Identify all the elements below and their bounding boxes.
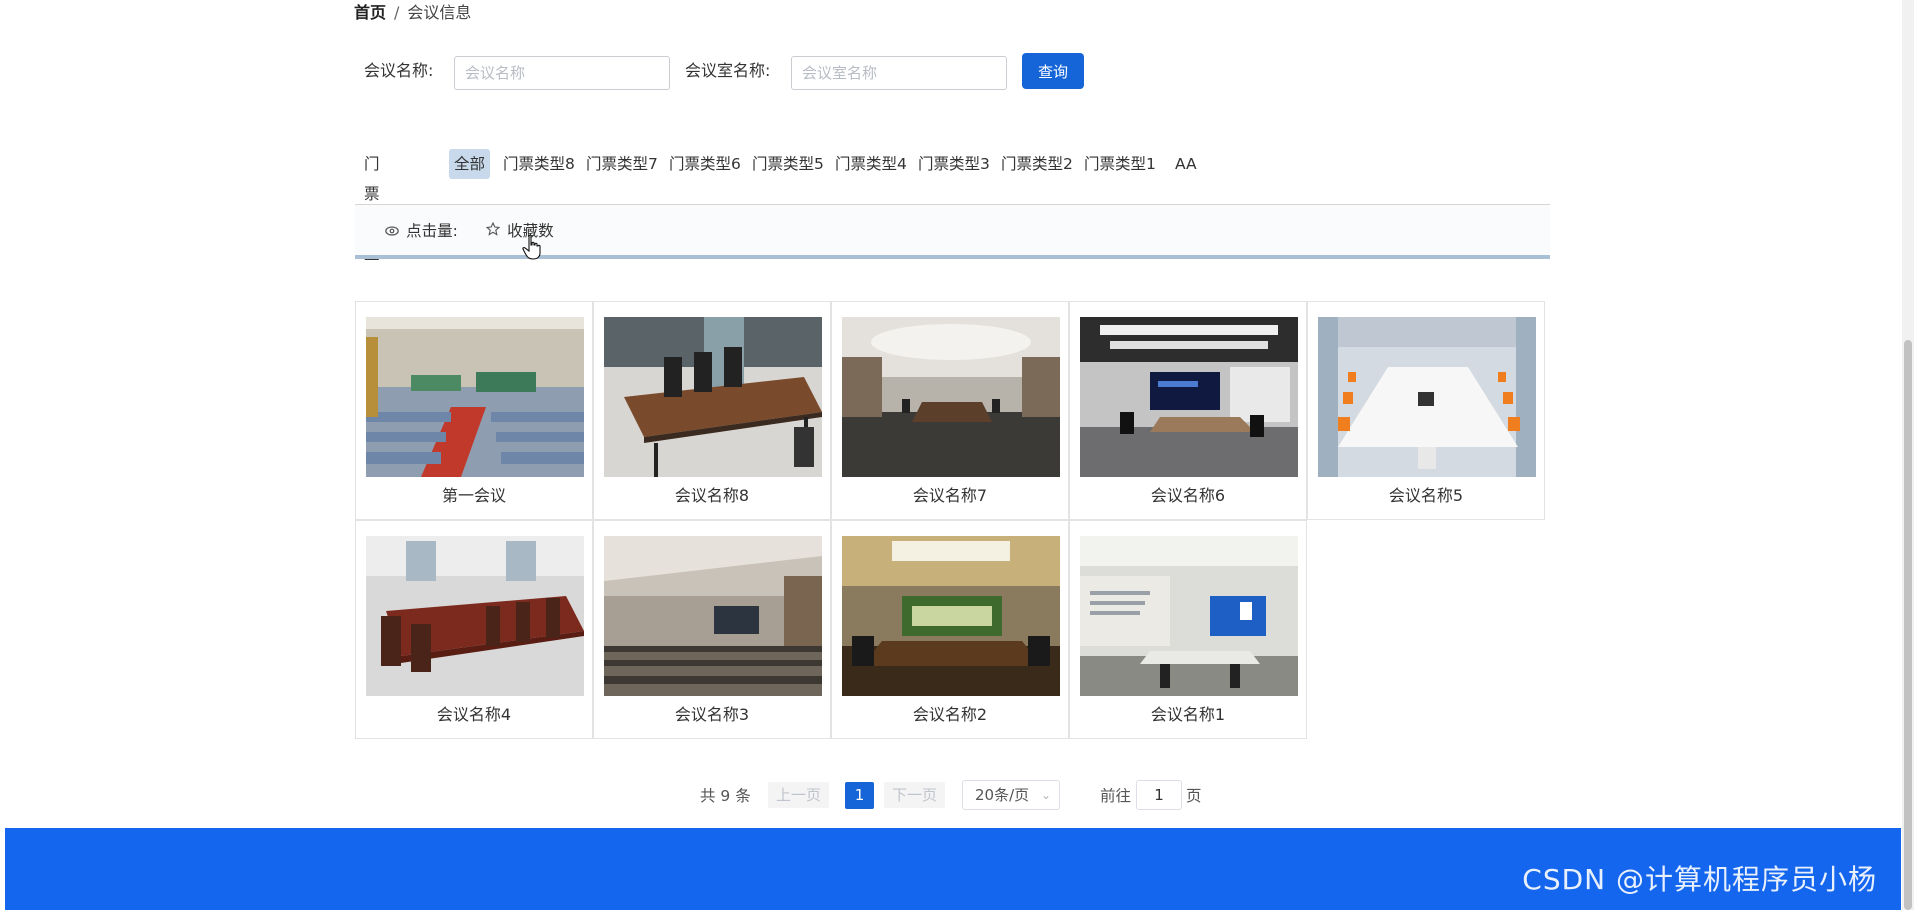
page-number-1[interactable]: 1 bbox=[845, 782, 874, 809]
sort-favorites-label: 收藏数 bbox=[507, 222, 554, 240]
meeting-photo[interactable] bbox=[366, 317, 584, 477]
breadcrumb-current: 会议信息 bbox=[407, 3, 472, 22]
meeting-name[interactable]: 会议名称8 bbox=[594, 485, 830, 507]
breadcrumb-home[interactable]: 首页 bbox=[354, 3, 386, 22]
csdn-watermark: CSDN @计算机程序员小杨 bbox=[1522, 863, 1877, 896]
breadcrumb-separator: / bbox=[394, 3, 400, 22]
meeting-card[interactable]: 会议名称1 bbox=[1069, 520, 1307, 739]
ticket-type-5[interactable]: 门票类型5 bbox=[747, 149, 829, 179]
star-outline-icon bbox=[485, 221, 504, 240]
ticket-type-8[interactable]: 门票类型8 bbox=[498, 149, 580, 179]
meeting-name-input[interactable] bbox=[454, 56, 670, 90]
meeting-list-page: 首页/会议信息 会议名称: 会议室名称: 查询 门票类型: 全部 门票类型8 门… bbox=[0, 0, 1914, 910]
meeting-photo[interactable] bbox=[1080, 317, 1298, 477]
ticket-type-3[interactable]: 门票类型3 bbox=[913, 149, 995, 179]
sort-by-clicks[interactable]: 点击量: bbox=[385, 221, 458, 243]
goto-page-input[interactable] bbox=[1136, 780, 1182, 810]
next-page-button[interactable]: 下一页 bbox=[884, 782, 946, 808]
meeting-card[interactable]: 会议名称3 bbox=[593, 520, 831, 739]
meeting-name-label: 会议名称: bbox=[364, 61, 434, 80]
meeting-card[interactable]: 会议名称8 bbox=[593, 301, 831, 520]
ticket-type-aa[interactable]: AA bbox=[1170, 149, 1202, 179]
breadcrumb: 首页 / 会议信息 bbox=[354, 2, 471, 24]
page-size-value: 20条/页 bbox=[975, 786, 1030, 804]
ticket-type-4[interactable]: 门票类型4 bbox=[830, 149, 912, 179]
meeting-photo[interactable] bbox=[604, 536, 822, 696]
meeting-card[interactable]: 会议名称4 bbox=[355, 520, 593, 739]
sort-clicks-label: 点击量: bbox=[406, 222, 458, 240]
goto-label: 前往 bbox=[1100, 787, 1132, 805]
meeting-card[interactable]: 会议名称2 bbox=[831, 520, 1069, 739]
meeting-name[interactable]: 会议名称3 bbox=[594, 704, 830, 726]
meeting-card[interactable]: 会议名称5 bbox=[1307, 301, 1545, 520]
page-scrollbar[interactable] bbox=[1902, 0, 1914, 910]
page-size-select[interactable]: 20条/页 ⌄ bbox=[962, 780, 1060, 810]
pagination: 共 9 条 上一页 1 下一页 20条/页 ⌄ 前往 页 bbox=[0, 778, 1914, 812]
meeting-photo[interactable] bbox=[1080, 536, 1298, 696]
meeting-name[interactable]: 会议名称2 bbox=[832, 704, 1068, 726]
room-name-label: 会议室名称: bbox=[685, 61, 771, 80]
meeting-card[interactable]: 第一会议 bbox=[355, 301, 593, 520]
ticket-type-all[interactable]: 全部 bbox=[449, 149, 491, 179]
prev-page-button[interactable]: 上一页 bbox=[768, 782, 830, 808]
ticket-type-1[interactable]: 门票类型1 bbox=[1079, 149, 1161, 179]
ticket-type-6[interactable]: 门票类型6 bbox=[664, 149, 746, 179]
ticket-type-2[interactable]: 门票类型2 bbox=[996, 149, 1078, 179]
sort-divider bbox=[355, 255, 1550, 259]
meeting-name[interactable]: 会议名称6 bbox=[1070, 485, 1306, 507]
meeting-name[interactable]: 第一会议 bbox=[356, 485, 592, 507]
query-button[interactable]: 查询 bbox=[1022, 53, 1084, 89]
ticket-type-7[interactable]: 门票类型7 bbox=[581, 149, 663, 179]
eye-icon bbox=[385, 225, 403, 240]
meeting-card[interactable]: 会议名称7 bbox=[831, 301, 1069, 520]
meeting-photo[interactable] bbox=[842, 536, 1060, 696]
meeting-name[interactable]: 会议名称5 bbox=[1308, 485, 1544, 507]
meeting-name[interactable]: 会议名称1 bbox=[1070, 704, 1306, 726]
goto-suffix: 页 bbox=[1186, 787, 1202, 805]
meeting-photo[interactable] bbox=[366, 536, 584, 696]
chevron-down-icon: ⌄ bbox=[1040, 788, 1051, 802]
pagination-total: 共 9 条 bbox=[700, 787, 751, 805]
meeting-name[interactable]: 会议名称4 bbox=[356, 704, 592, 726]
meeting-photo[interactable] bbox=[1318, 317, 1536, 477]
sort-bar: 点击量: 收藏数 bbox=[355, 205, 1550, 255]
room-name-input[interactable] bbox=[791, 56, 1007, 90]
scrollbar-thumb[interactable] bbox=[1904, 340, 1912, 910]
sort-by-favorites[interactable]: 收藏数 bbox=[485, 221, 554, 243]
meeting-photo[interactable] bbox=[842, 317, 1060, 477]
footer: CSDN @计算机程序员小杨 bbox=[5, 828, 1901, 910]
meeting-card[interactable]: 会议名称6 bbox=[1069, 301, 1307, 520]
meeting-name[interactable]: 会议名称7 bbox=[832, 485, 1068, 507]
meeting-photo[interactable] bbox=[604, 317, 822, 477]
